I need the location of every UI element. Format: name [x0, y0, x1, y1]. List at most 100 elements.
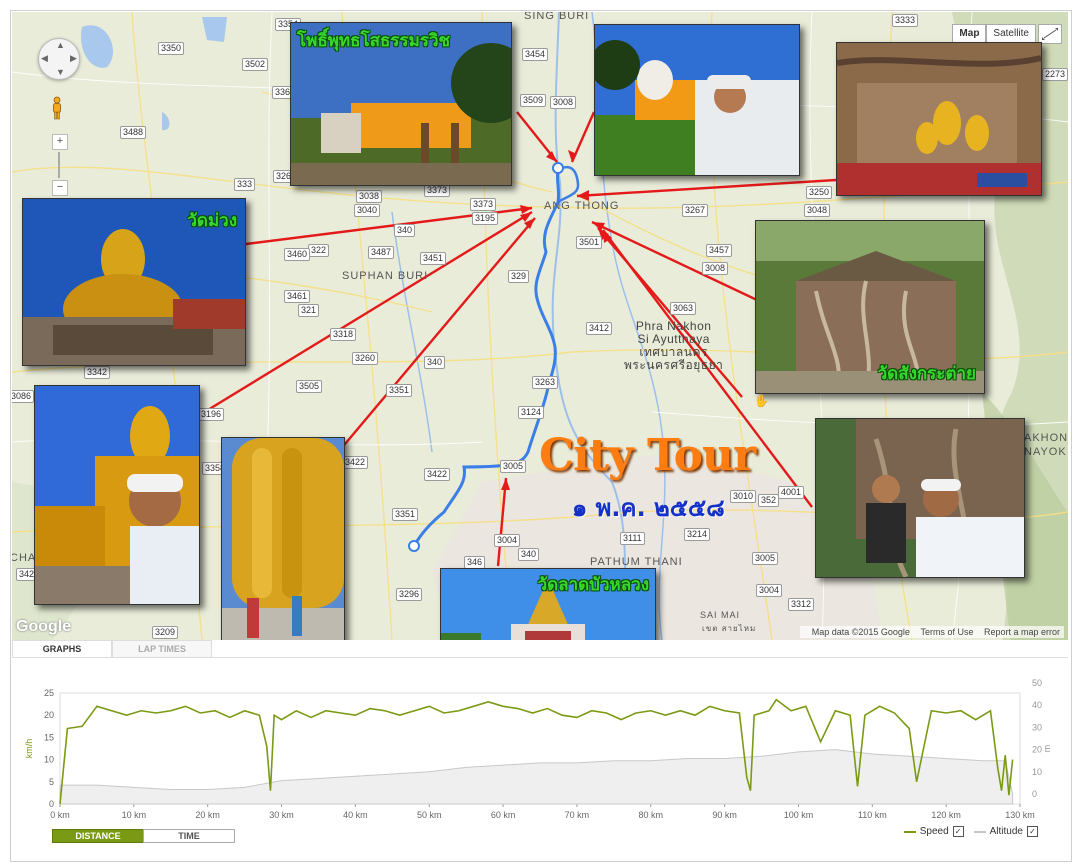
terms-of-use-link[interactable]: Terms of Use	[920, 627, 973, 637]
pegman-icon[interactable]	[50, 96, 64, 120]
photo-wat-muang-buddha[interactable]: วัดม่วง	[22, 198, 246, 366]
y2-tick-label: 10	[1032, 767, 1042, 777]
distance-toggle-button[interactable]: DISTANCE	[52, 829, 144, 843]
x-tick-label: 20 km	[195, 810, 220, 820]
road-label: 3196	[198, 408, 225, 421]
photo-caption: วัดสังกระต่าย	[877, 364, 976, 384]
road-label: 3260	[352, 352, 379, 365]
pan-control-icon[interactable]: ▲ ▼ ◀ ▶	[38, 38, 80, 80]
road-label: 3038	[356, 190, 383, 203]
pan-up-icon[interactable]: ▲	[56, 40, 65, 50]
road-label: 3209	[152, 626, 179, 639]
road-label: 3505	[296, 380, 323, 393]
tab-graphs[interactable]: GRAPHS	[12, 640, 112, 657]
photo-wat-sang-krathai[interactable]: วัดสังกระต่าย	[755, 220, 985, 394]
pan-right-icon[interactable]: ▶	[70, 53, 77, 64]
report-map-error-link[interactable]: Report a map error	[984, 627, 1060, 637]
road-label: 340	[424, 356, 446, 369]
x-tick-label: 120 km	[931, 810, 961, 820]
place-cha: CHA	[12, 552, 37, 564]
legend-altitude-checkbox[interactable]: ✓	[1027, 826, 1038, 837]
road-label: 3250	[806, 186, 833, 199]
road-label: 3488	[120, 126, 147, 139]
road-label: 3412	[586, 322, 613, 335]
fullscreen-icon	[1042, 28, 1058, 40]
road-label: 3195	[472, 212, 499, 225]
road-label: 3502	[242, 58, 269, 71]
legend-speed-checkbox[interactable]: ✓	[952, 826, 964, 837]
road-label: 3461	[284, 290, 311, 303]
road-label: 322	[308, 244, 330, 257]
place-sai-mai: SAI MAI	[700, 610, 741, 620]
road-label: 3048	[804, 204, 831, 217]
legend-altitude-swatch	[973, 830, 986, 833]
road-label: 3422	[424, 468, 451, 481]
fullscreen-button[interactable]	[1038, 24, 1062, 44]
y-tick-label: 25	[44, 688, 54, 698]
road-label: 352	[758, 494, 780, 507]
place-ayutthaya-line4: พระนครศรีอยุธยา	[624, 358, 724, 372]
map-type-map-button[interactable]: Map	[952, 24, 987, 43]
photo-image	[816, 419, 1024, 577]
road-label: 3451	[420, 252, 447, 265]
legend-altitude-label: Altitude	[989, 826, 1023, 837]
road-label: 3010	[730, 490, 757, 503]
photo-selfie-big-buddha[interactable]	[34, 385, 200, 605]
photo-temple-interior[interactable]	[836, 42, 1042, 196]
road-label: 3501	[576, 236, 603, 249]
zoom-out-button[interactable]: −	[52, 180, 68, 196]
map-type-satellite-button[interactable]: Satellite	[986, 24, 1036, 43]
zoom-slider-track[interactable]	[58, 152, 60, 178]
road-label: 3312	[788, 598, 815, 611]
photo-image	[222, 438, 344, 640]
zoom-in-button[interactable]: +	[52, 134, 68, 150]
x-tick-label: 40 km	[343, 810, 368, 820]
road-label: 3454	[522, 48, 549, 61]
pan-down-icon[interactable]: ▼	[56, 67, 65, 77]
photo-selfie-banyan[interactable]	[815, 418, 1025, 578]
road-label: 3124	[518, 406, 545, 419]
road-label: 3318	[330, 328, 357, 341]
road-label: 3509	[520, 94, 547, 107]
map-type-control: Map Satellite	[952, 24, 1036, 43]
road-label: 340	[394, 224, 416, 237]
hand-cursor-icon: ✋	[754, 394, 769, 408]
road-label: 3263	[532, 376, 559, 389]
road-label: 3008	[702, 262, 729, 275]
photo-image	[35, 386, 199, 604]
road-label: 329	[508, 270, 530, 283]
x-tick-label: 0 km	[50, 810, 70, 820]
photo-reclining-buddha-1[interactable]: โพธิ์พุทธโสธรรมรวิช	[290, 22, 512, 186]
chart-legend: Speed ✓ Altitude ✓	[894, 826, 1038, 837]
road-label: 2273	[1042, 68, 1068, 81]
place-pathum-thani: PATHUM THANI	[590, 556, 683, 568]
road-label: 4001	[778, 486, 805, 499]
tour-title: City Tour	[539, 430, 756, 481]
x-tick-label: 60 km	[491, 810, 516, 820]
legend-speed-swatch	[903, 830, 916, 833]
photo-buddha-hand[interactable]	[221, 437, 345, 640]
road-label: 3350	[158, 42, 185, 55]
road-label: 3333	[892, 14, 919, 27]
road-label: 3008	[550, 96, 577, 109]
y-axis-label: km/h	[24, 739, 34, 759]
x-tick-label: 130 km	[1005, 810, 1035, 820]
x-tick-label: 110 km	[858, 810, 887, 820]
y2-tick-label: 0	[1032, 789, 1037, 799]
pan-left-icon[interactable]: ◀	[41, 53, 48, 64]
time-toggle-button[interactable]: TIME	[143, 829, 235, 843]
road-label: 3460	[284, 248, 311, 261]
y-tick-label: 20	[44, 710, 54, 720]
photo-wat-lat-bua-luang[interactable]: วัดลาดบัวหลวง	[440, 568, 656, 640]
tab-lap-times[interactable]: LAP TIMES	[112, 640, 212, 657]
panel-tabs: GRAPHS LAP TIMES	[12, 640, 1068, 658]
map-view[interactable]: SING BURI ANG THONG SUPHAN BURI Phra Nak…	[12, 12, 1068, 640]
road-label: 3267	[682, 204, 709, 217]
road-label: 3086	[12, 390, 35, 403]
photo-caption: วัดลาดบัวหลวง	[537, 575, 649, 595]
photo-caption: โพธิ์พุทธโสธรรมรวิช	[297, 31, 451, 51]
x-tick-label: 100 km	[784, 810, 814, 820]
google-logo[interactable]: Google	[16, 618, 71, 636]
road-label: 3111	[620, 532, 645, 545]
photo-reclining-buddha-2[interactable]	[594, 24, 800, 176]
